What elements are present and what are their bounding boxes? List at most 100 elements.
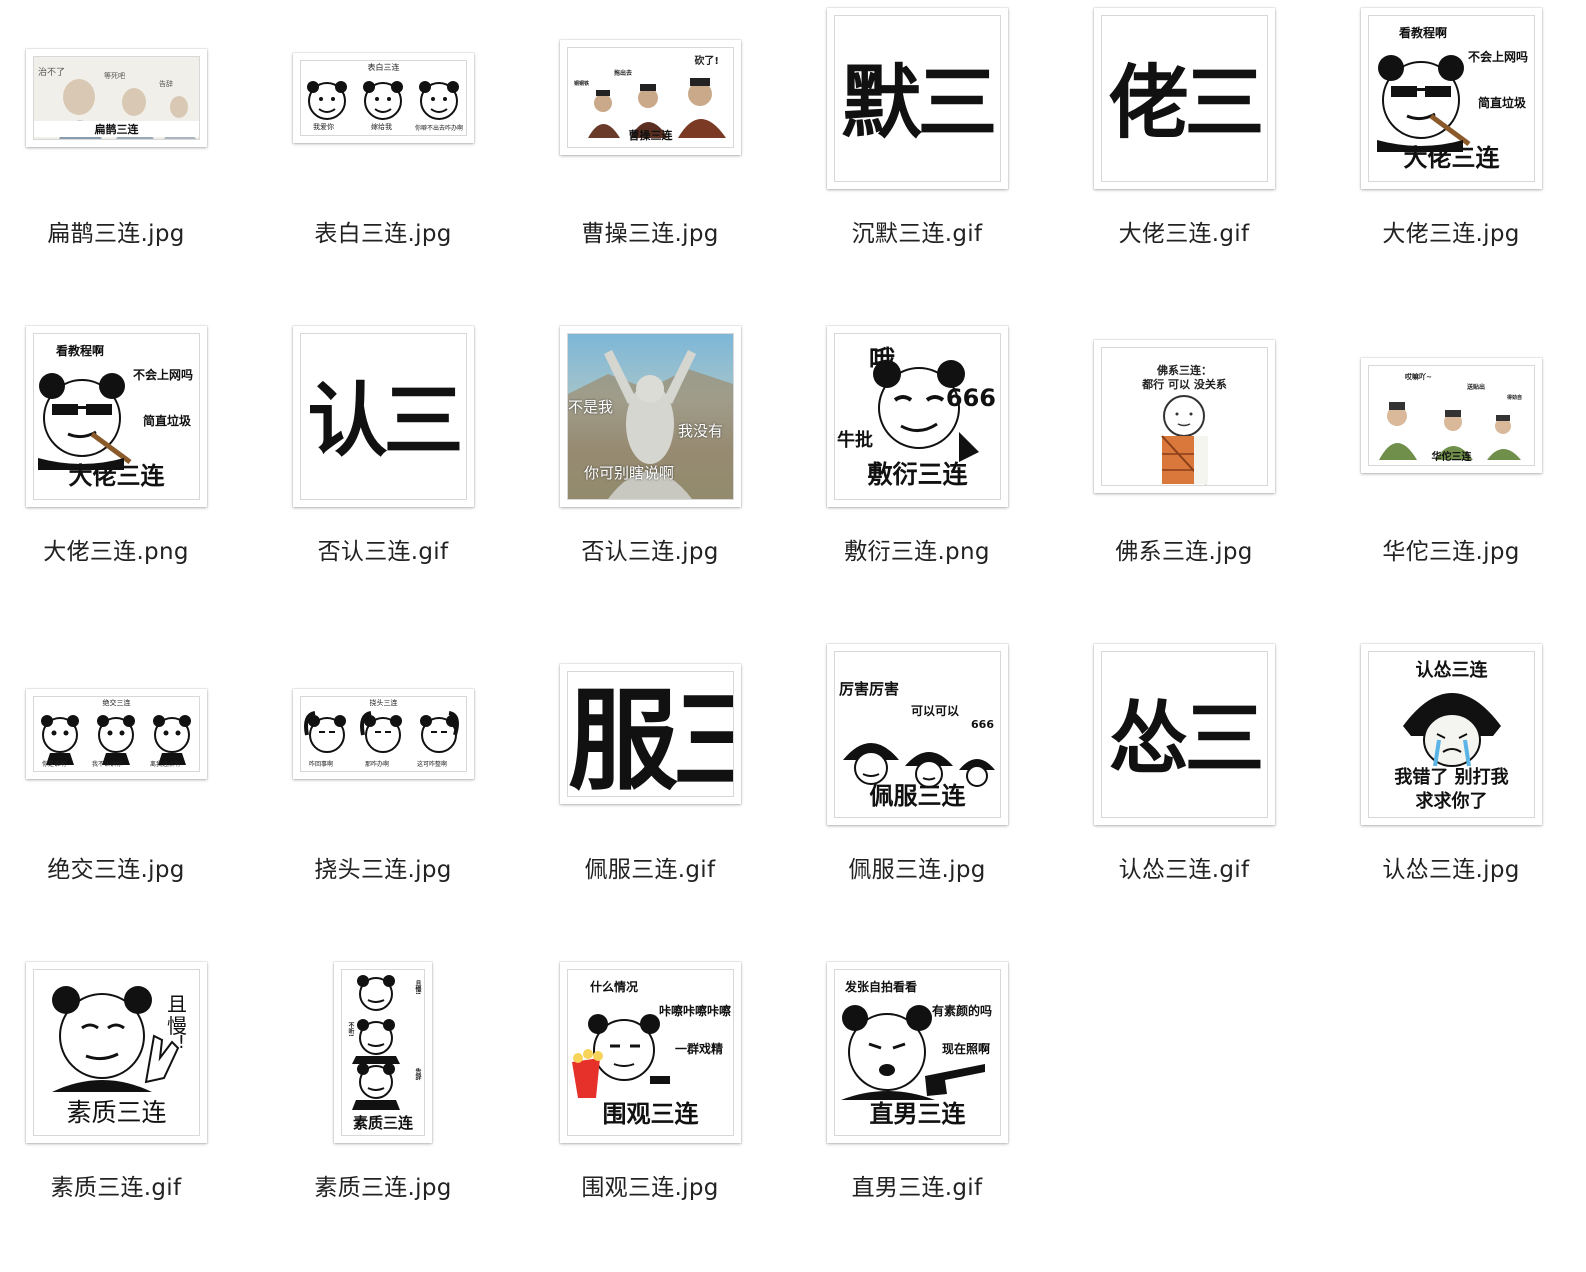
file-thumbnail: 不是我 我没有 你可别瞎说啊	[560, 326, 741, 507]
meme-text: 咋回事啊	[309, 761, 334, 768]
file-name[interactable]: 大佬三连.jpg	[1335, 214, 1567, 248]
file-item[interactable]: 佛系三连： 都行 可以 没关系 佛系三连.jpg	[1068, 318, 1335, 636]
file-name[interactable]: 沉默三连.gif	[801, 214, 1033, 248]
meme-text: 不会上网吗	[1467, 50, 1528, 64]
meme-text: 我爱你	[313, 123, 334, 131]
meme-big-text: 服三	[568, 676, 733, 797]
file-item[interactable]: 表白三连 我爱你 嫁给我 你噼不出去咋办啊 表白三连.jpg	[267, 0, 534, 318]
file-item[interactable]: 厉害厉害 可以可以 666 佩服三连 佩服三连.jpg	[801, 636, 1068, 954]
meme-big-text: 默三	[841, 56, 998, 150]
file-name[interactable]: 敷衍三连.png	[801, 532, 1033, 566]
meme-text: 告辞	[414, 1068, 421, 1080]
file-item[interactable]: 服三 佩服三连.gif	[534, 636, 801, 954]
meme-text: 治不了	[38, 68, 66, 78]
meme-text: 求求你了	[1415, 791, 1488, 812]
file-thumbnail: 挠头三连 咋回事啊 那咋办啊 这可咋整啊	[293, 689, 474, 779]
meme-text: 那咋办啊	[365, 761, 390, 768]
file-item[interactable]: 且 慢 ! 素质三连 素质三连.gif	[0, 954, 267, 1272]
file-thumbnail: 哦 666 牛批 敷衍三连	[827, 326, 1008, 507]
file-item[interactable]: 默三 沉默三连.gif	[801, 0, 1068, 318]
file-name[interactable]: 挠头三连.jpg	[267, 850, 499, 884]
file-name[interactable]: 认怂三连.gif	[1068, 850, 1300, 884]
file-item[interactable]: 认怂三连 我错了 别打我 求求你了 认怂三连.jpg	[1335, 636, 1586, 954]
file-item[interactable]: 且慢! 不听! 告辞 素质三连 素质三连.jpg	[267, 954, 534, 1272]
meme-text: 且慢!	[414, 980, 421, 995]
meme-caption: 华佗三连	[1431, 452, 1472, 463]
file-name[interactable]: 表白三连.jpg	[267, 214, 499, 248]
file-name[interactable]: 绝交三连.jpg	[0, 850, 232, 884]
file-thumbnail: 且慢! 不听! 告辞 素质三连	[334, 962, 432, 1143]
meme-text: 砍了!	[694, 56, 719, 67]
meme-text: 我不认识你	[92, 761, 123, 768]
file-item[interactable]: 绝交三连 你是谁啊 我不认识你 离我远点啊 绝交三连.jpg	[0, 636, 267, 954]
file-name[interactable]: 佛系三连.jpg	[1068, 532, 1300, 566]
meme-text: 可以可以	[911, 704, 960, 718]
meme-caption: 扁鹊三连	[34, 121, 199, 137]
file-name[interactable]: 扁鹊三连.jpg	[0, 214, 232, 248]
file-item[interactable]: 哎嘛吖~ 送贴出 得劲自 华佗三连 华佗三连.jpg	[1335, 318, 1586, 636]
file-name[interactable]: 佩服三连.jpg	[801, 850, 1033, 884]
meme-text: 不是我	[568, 398, 614, 416]
meme-text: 你是谁啊	[42, 761, 67, 768]
file-thumbnail: 认三	[293, 326, 474, 507]
meme-big-text: 怂三	[1108, 692, 1265, 786]
meme-big-text: 认三	[307, 374, 464, 468]
file-item[interactable]: 什么情况 咔嚓咔嚓咔嚓 一群戏精 围观三连 围观三连.jpg	[534, 954, 801, 1272]
file-item[interactable]: 认三 否认三连.gif	[267, 318, 534, 636]
file-thumbnail: 佛系三连： 都行 可以 没关系	[1094, 340, 1275, 493]
file-name[interactable]: 素质三连.gif	[0, 1168, 232, 1202]
meme-caption: 大佬三连	[1403, 144, 1500, 172]
file-item[interactable]: 挠头三连 咋回事啊 那咋办啊 这可咋整啊 挠头三连.jpg	[267, 636, 534, 954]
meme-text: 等死吧	[104, 72, 125, 80]
monk-image	[1161, 395, 1208, 485]
file-grid: 治不了 等死吧 告辞 扁鹊三连 扁鹊三连.jpg 表白三连 我爱你 嫁给我 你噼…	[0, 0, 1586, 1254]
file-name[interactable]: 佩服三连.gif	[534, 850, 766, 884]
file-item[interactable]: 不是我 我没有 你可别瞎说啊 否认三连.jpg	[534, 318, 801, 636]
meme-text: 我错了 别打我	[1394, 767, 1509, 788]
meme-text: 一群戏精	[674, 1042, 723, 1056]
file-thumbnail: 砍了! 拖出去 铜铜铁 曹操三连	[560, 40, 741, 155]
file-name[interactable]: 曹操三连.jpg	[534, 214, 766, 248]
panda-popcorn-image	[572, 1014, 670, 1098]
file-name[interactable]: 否认三连.gif	[267, 532, 499, 566]
file-thumbnail: 看教程啊 不会上网吗 简直垃圾 大佬三连	[1361, 8, 1542, 189]
file-item[interactable]: 看教程啊 不会上网吗 简直垃圾 大佬三连 大佬三连.jpg	[1335, 0, 1586, 318]
file-item[interactable]: 发张自拍看看 有素颜的吗 现在照啊 直男三连 直男三连.gif	[801, 954, 1068, 1272]
file-name[interactable]: 否认三连.jpg	[534, 532, 766, 566]
file-thumbnail: 绝交三连 你是谁啊 我不认识你 离我远点啊	[26, 689, 207, 779]
file-thumbnail: 怂三	[1094, 644, 1275, 825]
meme-text: 告辞	[159, 80, 173, 88]
meme-text: !	[177, 1032, 185, 1053]
file-item[interactable]: 治不了 等死吧 告辞 扁鹊三连 扁鹊三连.jpg	[0, 0, 267, 318]
file-name[interactable]: 直男三连.gif	[801, 1168, 1033, 1202]
meme-caption: 大佬三连	[68, 462, 165, 490]
file-name[interactable]: 素质三连.jpg	[267, 1168, 499, 1202]
file-thumbnail: 什么情况 咔嚓咔嚓咔嚓 一群戏精 围观三连	[560, 962, 741, 1143]
meme-caption: 敷衍三连	[867, 460, 968, 489]
file-thumbnail: 认怂三连 我错了 别打我 求求你了	[1361, 644, 1542, 825]
crying-mushroom-head-image	[1403, 693, 1501, 767]
file-thumbnail: 且 慢 ! 素质三连	[26, 962, 207, 1143]
meme-text: 你可别瞎说啊	[584, 464, 675, 482]
meme-caption: 佩服三连	[869, 782, 966, 810]
file-name[interactable]: 华佗三连.jpg	[1335, 532, 1567, 566]
file-thumbnail: 服三	[560, 664, 741, 804]
meme-text: 牛批	[837, 430, 873, 451]
file-item[interactable]: 怂三 认怂三连.gif	[1068, 636, 1335, 954]
file-item[interactable]: 砍了! 拖出去 铜铜铁 曹操三连 曹操三连.jpg	[534, 0, 801, 318]
meme-text: 简直垃圾	[1477, 96, 1526, 110]
meme-text: 嫁给我	[371, 123, 392, 131]
meme-text: 送贴出	[1467, 384, 1486, 391]
file-item[interactable]: 哦 666 牛批 敷衍三连 敷衍三连.png	[801, 318, 1068, 636]
file-name[interactable]: 大佬三连.png	[0, 532, 232, 566]
file-name[interactable]: 大佬三连.gif	[1068, 214, 1300, 248]
file-name[interactable]: 围观三连.jpg	[534, 1168, 766, 1202]
meme-text: 什么情况	[590, 980, 639, 994]
file-item[interactable]: 看教程啊 不会上网吗 简直垃圾 大佬三连 大佬三连.png	[0, 318, 267, 636]
file-thumbnail: 佬三	[1094, 8, 1275, 189]
file-name[interactable]: 认怂三连.jpg	[1335, 850, 1567, 884]
meme-text: 厉害厉害	[839, 680, 900, 698]
meme-caption: 素质三连	[66, 1098, 167, 1127]
file-item[interactable]: 佬三 大佬三连.gif	[1068, 0, 1335, 318]
meme-caption: 围观三连	[602, 1100, 699, 1128]
